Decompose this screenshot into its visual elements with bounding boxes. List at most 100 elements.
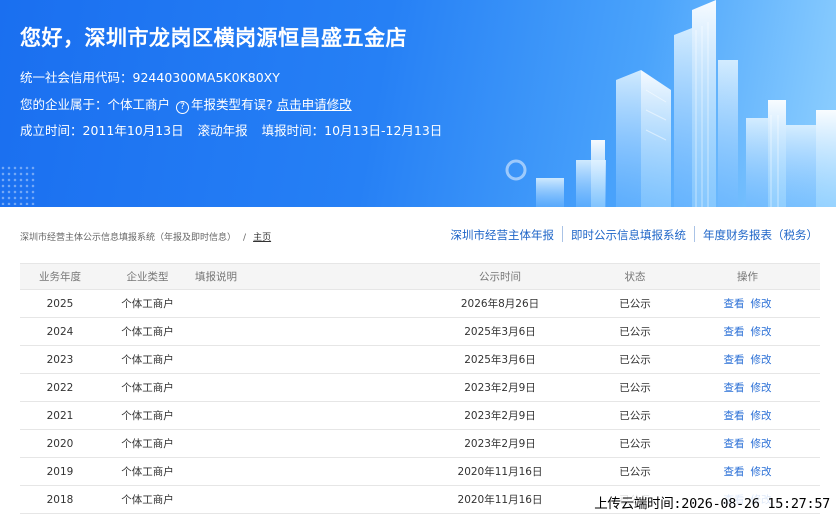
header-year: 业务年度 (20, 263, 100, 290)
cell-year: 2022 (20, 373, 100, 402)
cell-year: 2021 (20, 401, 100, 430)
cell-time: 2023年2月9日 (405, 401, 595, 430)
cell-time: 2020年11月16日 (405, 457, 595, 486)
breadcrumb-system[interactable]: 深圳市经营主体公示信息填报系统（年报及即时信息） (20, 233, 236, 243)
view-link[interactable]: 查看 (724, 382, 745, 394)
enterprise-type-row: 您的企业属于：个体工商户? 年报类型有误? 点击申请修改 (20, 94, 352, 114)
cell-type: 个体工商户 (100, 373, 195, 402)
cell-type: 个体工商户 (100, 457, 195, 486)
edit-link[interactable]: 修改 (751, 382, 772, 394)
city-skyline-illustration (505, 0, 836, 207)
enterprise-type-value: 个体工商户 (107, 97, 171, 112)
cell-note (195, 373, 405, 402)
cell-actions: 查看修改 (675, 373, 820, 402)
fill-period-label: 填报时间： (261, 123, 325, 138)
edit-link[interactable]: 修改 (751, 298, 772, 310)
cell-actions: 查看修改 (675, 457, 820, 486)
edit-link[interactable]: 修改 (751, 438, 772, 450)
cell-year: 2019 (20, 457, 100, 486)
cell-status: 已公示 (595, 457, 675, 486)
edit-link[interactable]: 修改 (751, 410, 772, 422)
table-row: 2019 个体工商户 2020年11月16日 已公示 查看 修改 (20, 457, 820, 486)
annual-report-link[interactable]: 深圳市经营主体年报 (451, 228, 555, 242)
cell-status: 已公示 (595, 345, 675, 374)
apply-modify-link[interactable]: 点击申请修改 (277, 97, 352, 112)
cell-type: 个体工商户 (100, 289, 195, 318)
cell-actions: 查看修改 (675, 317, 820, 346)
header-time: 公示时间 (405, 263, 595, 290)
credit-code-label: 统一社会信用代码： (20, 70, 133, 85)
cell-note (195, 485, 405, 514)
instant-info-link[interactable]: 即时公示信息填报系统 (571, 228, 686, 242)
breadcrumb-separator: / (243, 233, 247, 243)
breadcrumb: 深圳市经营主体公示信息填报系统（年报及即时信息） / 主页 (20, 230, 271, 243)
credit-code-value: 92440300MA5K0K80XY (132, 70, 280, 85)
link-divider (694, 226, 695, 242)
view-link[interactable]: 查看 (724, 410, 745, 422)
cell-year: 2024 (20, 317, 100, 346)
link-divider (562, 226, 563, 242)
cell-status: 已公示 (595, 317, 675, 346)
view-link[interactable]: 查看 (724, 466, 745, 478)
upload-time-watermark: 上传云端时间:2026-08-26 15:27:57 (594, 492, 830, 512)
table-row: 2022 个体工商户 2023年2月9日 已公示 查看 修改 (20, 373, 820, 402)
cell-type: 个体工商户 (100, 317, 195, 346)
table-row: 2023 个体工商户 2025年3月6日 已公示 查看 修改 (20, 345, 820, 374)
cell-status: 已公示 (595, 401, 675, 430)
header-status: 状态 (595, 263, 675, 290)
cell-actions: 查看修改 (675, 289, 820, 318)
edit-link[interactable]: 修改 (751, 326, 772, 338)
view-link[interactable]: 查看 (724, 326, 745, 338)
establish-date: 2011年10月13日 (82, 123, 184, 138)
cell-note (195, 345, 405, 374)
cell-year: 2023 (20, 345, 100, 374)
fill-period-value: 10月13日-12月13日 (324, 123, 443, 138)
greeting-title: 您好，深圳市龙岗区横岗源恒昌盛五金店 (20, 26, 407, 50)
cell-year: 2025 (20, 289, 100, 318)
cell-actions: 查看修改 (675, 401, 820, 430)
header-type: 企业类型 (100, 263, 195, 290)
top-links: 深圳市经营主体年报 即时公示信息填报系统 年度财务报表（税务） (451, 226, 818, 243)
cell-time: 2020年11月16日 (405, 485, 595, 514)
annual-report-table: 业务年度 企业类型 填报说明 公示时间 状态 操作 2025 个体工商户 202… (20, 263, 820, 514)
financial-report-link[interactable]: 年度财务报表（税务） (703, 228, 818, 242)
table-row: 2024 个体工商户 2025年3月6日 已公示 查看 修改 (20, 317, 820, 346)
cell-note (195, 401, 405, 430)
table-header-row: 业务年度 企业类型 填报说明 公示时间 状态 操作 (20, 263, 820, 290)
header-banner: 您好，深圳市龙岗区横岗源恒昌盛五金店 统一社会信用代码：92440300MA5K… (0, 0, 836, 207)
cell-status: 已公示 (595, 373, 675, 402)
cell-year: 2018 (20, 485, 100, 514)
cell-type: 个体工商户 (100, 485, 195, 514)
establish-label: 成立时间： (20, 123, 83, 138)
table-row: 2025 个体工商户 2026年8月26日 已公示 查看 修改 (20, 289, 820, 318)
breadcrumb-home[interactable]: 主页 (253, 233, 271, 243)
view-link[interactable]: 查看 (724, 354, 745, 366)
cell-type: 个体工商户 (100, 345, 195, 374)
edit-link[interactable]: 修改 (751, 354, 772, 366)
cell-time: 2025年3月6日 (405, 317, 595, 346)
view-link[interactable]: 查看 (724, 298, 745, 310)
cell-status: 已公示 (595, 289, 675, 318)
establish-row: 成立时间：2011年10月13日 滚动年报 填报时间：10月13日-12月13日 (20, 120, 442, 139)
table-row: 2020 个体工商户 2023年2月9日 已公示 查看 修改 (20, 429, 820, 458)
cell-note (195, 457, 405, 486)
cell-time: 2023年2月9日 (405, 373, 595, 402)
cell-type: 个体工商户 (100, 429, 195, 458)
enterprise-type-label: 您的企业属于： (20, 97, 108, 112)
nav-bar: 深圳市经营主体公示信息填报系统（年报及即时信息） / 主页 深圳市经营主体年报 即时公… (0, 207, 836, 261)
view-link[interactable]: 查看 (724, 438, 745, 450)
header-actions: 操作 (675, 263, 820, 290)
cell-note (195, 317, 405, 346)
cell-time: 2026年8月26日 (405, 289, 595, 318)
cell-status: 已公示 (595, 429, 675, 458)
cell-actions: 查看修改 (675, 429, 820, 458)
header-note: 填报说明 (195, 263, 405, 290)
type-question-text: 年报类型有误? (191, 97, 273, 112)
table-row: 2021 个体工商户 2023年2月9日 已公示 查看 修改 (20, 401, 820, 430)
cell-type: 个体工商户 (100, 401, 195, 430)
question-circle-icon: ? (176, 101, 190, 114)
rolling-report-tag: 滚动年报 (197, 123, 248, 138)
edit-link[interactable]: 修改 (751, 466, 772, 478)
dot-pattern-decoration (0, 165, 36, 205)
cell-note (195, 289, 405, 318)
